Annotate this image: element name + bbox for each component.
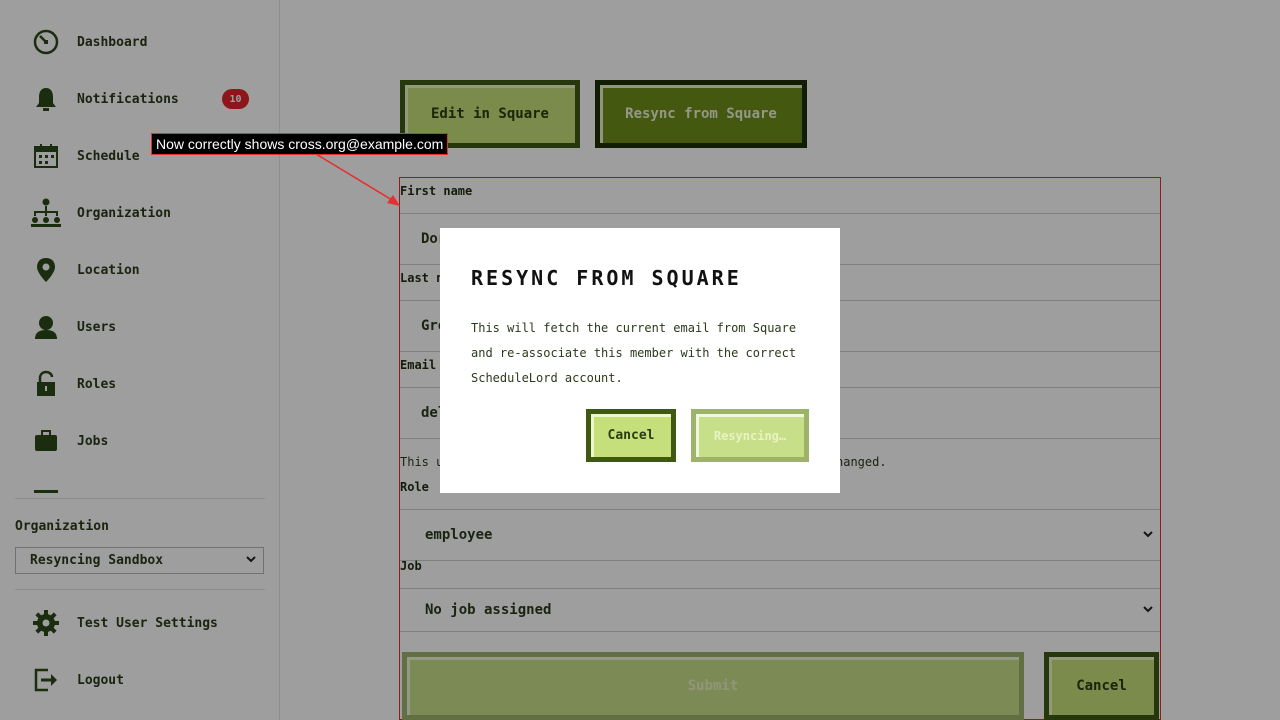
resync-confirm-dialog: RESYNC FROM SQUARE This will fetch the c… <box>440 228 840 493</box>
dialog-message: This will fetch the current email from S… <box>471 321 797 385</box>
dialog-resyncing-button[interactable]: Resyncing… <box>691 409 809 462</box>
dialog-cancel-button[interactable]: Cancel <box>586 409 676 462</box>
annotation-label: Now correctly shows cross.org@example.co… <box>151 133 449 155</box>
dialog-title: RESYNC FROM SQUARE <box>471 266 742 290</box>
